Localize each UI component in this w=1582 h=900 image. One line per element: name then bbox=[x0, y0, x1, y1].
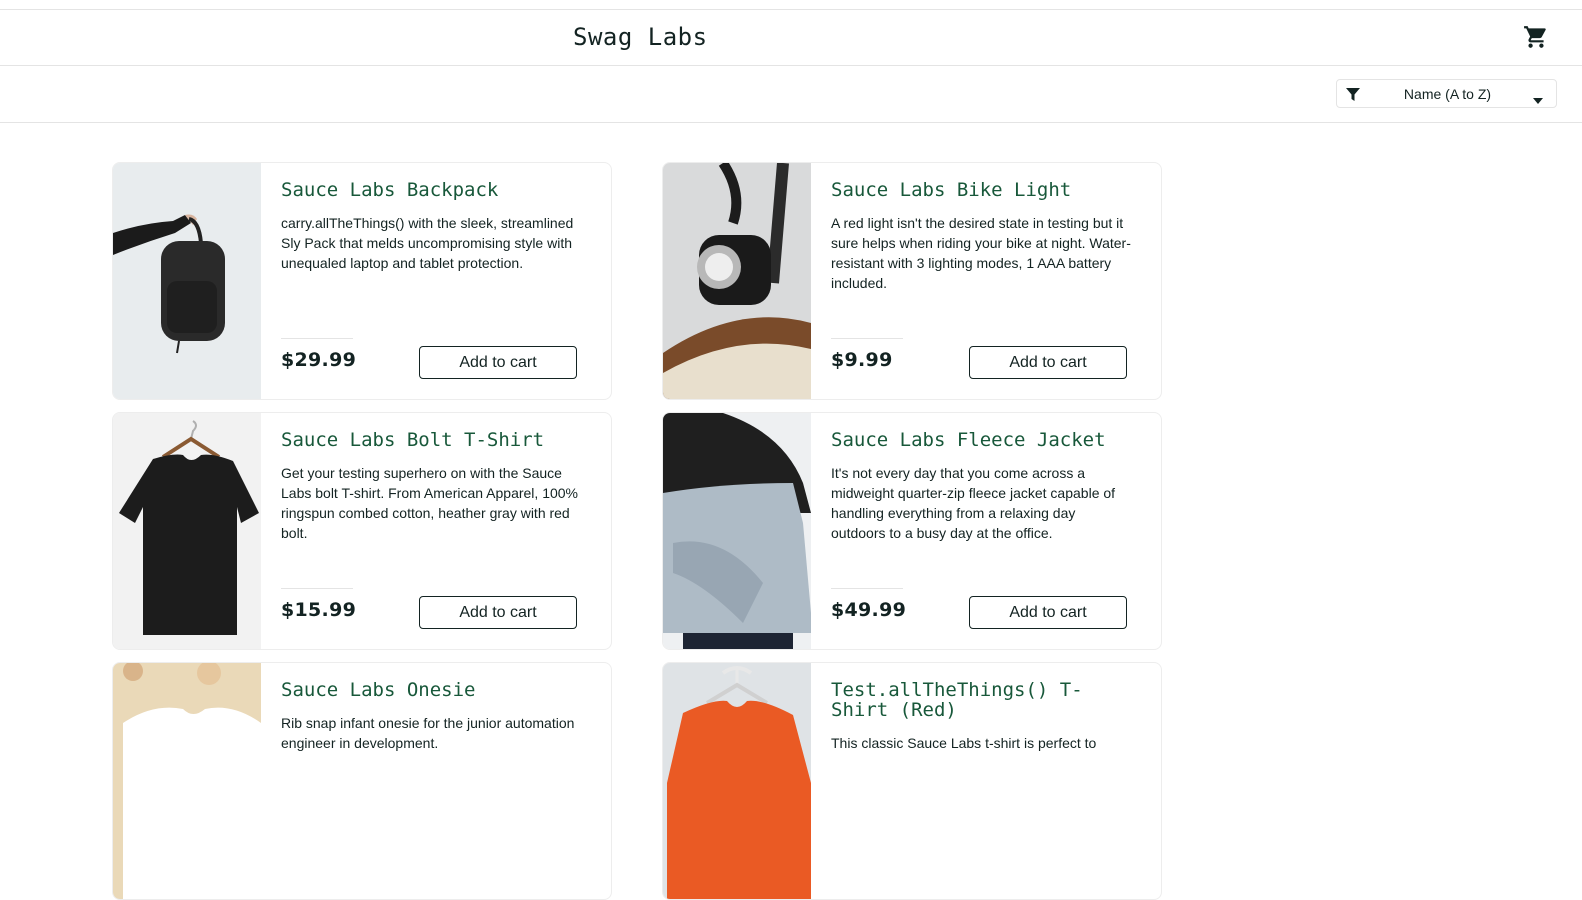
product-description: This classic Sauce Labs t-shirt is perfe… bbox=[831, 735, 1097, 751]
price-divider bbox=[831, 588, 903, 589]
product-description: carry.allTheThings() with the sleek, str… bbox=[281, 215, 574, 271]
inventory-item: Sauce Labs Fleece Jacket It's not every … bbox=[662, 412, 1162, 650]
product-name[interactable]: Sauce Labs Bolt T-Shirt bbox=[281, 430, 581, 450]
add-to-cart-button[interactable]: Add to cart bbox=[969, 596, 1127, 629]
product-name[interactable]: Sauce Labs Bike Light bbox=[831, 180, 1131, 200]
price-divider bbox=[281, 338, 353, 339]
inventory-item: Sauce Labs Bike Light A red light isn't … bbox=[662, 162, 1162, 400]
product-name[interactable]: Sauce Labs Onesie bbox=[281, 680, 581, 700]
add-to-cart-button[interactable]: Add to cart bbox=[419, 346, 577, 379]
product-image-red-tshirt[interactable] bbox=[663, 663, 811, 899]
product-image-fleece-jacket[interactable] bbox=[663, 413, 811, 649]
product-image-onesie[interactable] bbox=[113, 663, 261, 899]
product-image-backpack[interactable] bbox=[113, 163, 261, 399]
price-divider bbox=[831, 338, 903, 339]
inventory-item: Sauce Labs Onesie Rib snap infant onesie… bbox=[112, 662, 612, 900]
inventory-item: Sauce Labs Backpack carry.allTheThings()… bbox=[112, 162, 612, 400]
price-divider bbox=[281, 588, 353, 589]
secondary-header: Name (A to Z) bbox=[0, 66, 1582, 123]
product-description: Rib snap infant onesie for the junior au… bbox=[281, 715, 575, 751]
product-description: It's not every day that you come across … bbox=[831, 465, 1116, 541]
shopping-cart-icon[interactable] bbox=[1523, 24, 1549, 50]
product-name[interactable]: Sauce Labs Backpack bbox=[281, 180, 581, 200]
add-to-cart-button[interactable]: Add to cart bbox=[419, 596, 577, 629]
product-price: $49.99 bbox=[831, 599, 907, 621]
product-description: Get your testing superhero on with the S… bbox=[281, 465, 578, 541]
product-image-bike-light[interactable] bbox=[663, 163, 811, 399]
app-logo: Swag Labs bbox=[573, 23, 708, 51]
product-price: $9.99 bbox=[831, 349, 893, 371]
product-price: $29.99 bbox=[281, 349, 357, 371]
product-price: $15.99 bbox=[281, 599, 357, 621]
product-image-bolt-tshirt[interactable] bbox=[113, 413, 261, 649]
app-header: Swag Labs bbox=[0, 10, 1582, 66]
sort-selected-label: Name (A to Z) bbox=[1403, 86, 1492, 102]
inventory-item: Test.allTheThings() T-Shirt (Red) This c… bbox=[662, 662, 1162, 900]
inventory-item: Sauce Labs Bolt T-Shirt Get your testing… bbox=[112, 412, 612, 650]
sort-dropdown[interactable]: Name (A to Z) bbox=[1336, 79, 1557, 108]
product-name[interactable]: Sauce Labs Fleece Jacket bbox=[831, 430, 1131, 450]
product-name[interactable]: Test.allTheThings() T-Shirt (Red) bbox=[831, 680, 1131, 720]
caret-down-icon bbox=[1533, 90, 1543, 104]
product-description: A red light isn't the desired state in t… bbox=[831, 215, 1131, 291]
add-to-cart-button[interactable]: Add to cart bbox=[969, 346, 1127, 379]
